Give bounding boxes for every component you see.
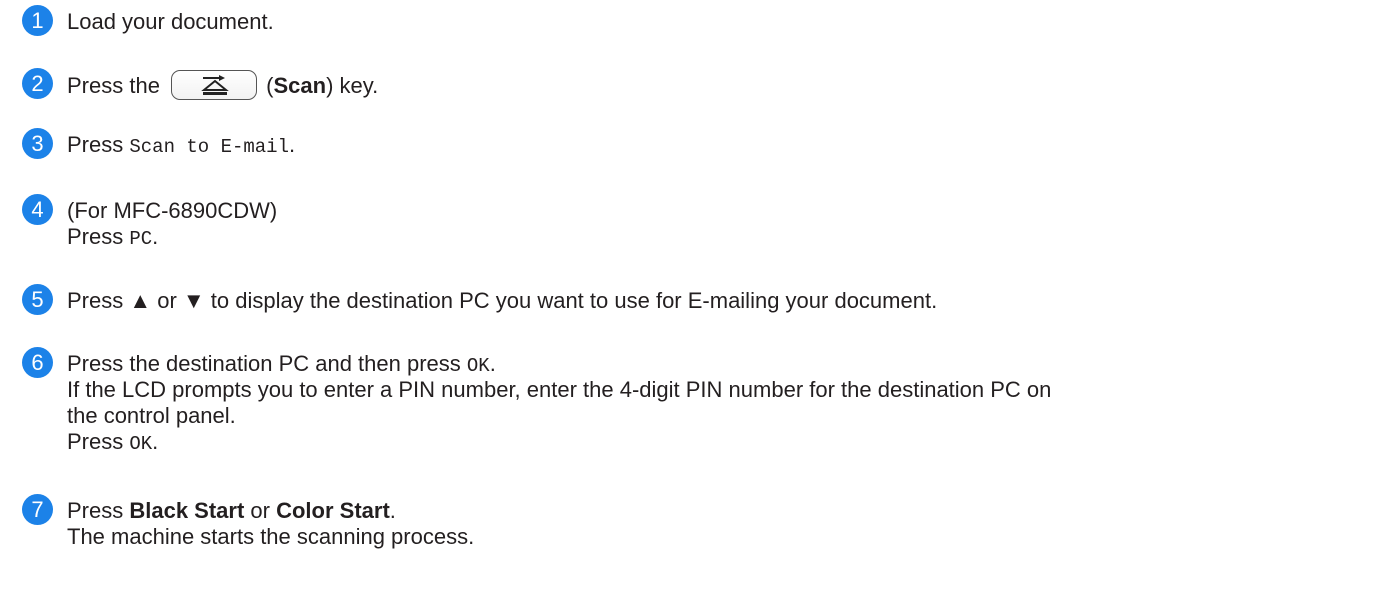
lcd-option-code: OK	[466, 355, 490, 377]
scan-key-icon	[201, 75, 229, 95]
step-text-line-4: Press OK.	[67, 429, 158, 457]
step-text-prefix: Press the	[67, 72, 167, 98]
step-text-suffix: .	[152, 429, 159, 454]
step-text-line-2: Press PC.	[67, 224, 158, 252]
step-text-suffix: ) key.	[326, 72, 379, 98]
step-text: Press Scan to E-mail.	[67, 132, 295, 160]
step-number-badge: 2	[22, 68, 53, 99]
step-number-badge: 3	[22, 128, 53, 159]
step-text: Press the (Scan) key.	[67, 70, 379, 102]
step-text-line-1: Press Black Start or Color Start.	[67, 498, 396, 524]
step-number-badge: 5	[22, 284, 53, 315]
step-text-suffix: .	[489, 351, 496, 376]
paren-open: (	[260, 72, 274, 98]
step-text: Load your document.	[67, 9, 274, 34]
scan-key-button	[171, 70, 258, 100]
step-text-suffix: .	[389, 498, 396, 523]
lcd-option-code: Scan to E-mail	[129, 136, 289, 158]
color-start-key-label: Color Start	[276, 498, 390, 523]
lcd-option-code: PC	[129, 228, 153, 250]
step-text-line-1: Press the destination PC and then press …	[67, 351, 496, 379]
step-text-prefix: Press	[67, 224, 130, 249]
step-text-line-2: The machine starts the scanning process.	[67, 524, 475, 549]
step-text-suffix: .	[152, 224, 159, 249]
step-number-badge: 6	[22, 347, 53, 378]
step-text-prefix: Press	[67, 498, 130, 523]
black-start-key-label: Black Start	[129, 498, 245, 523]
step-text-suffix: .	[289, 132, 296, 157]
scan-key-label: Scan	[273, 72, 327, 98]
step-text-mid: or	[244, 498, 277, 523]
step-text-line-2: If the LCD prompts you to enter a PIN nu…	[67, 377, 1052, 402]
step-text-line-1: (For MFC-6890CDW)	[67, 198, 278, 223]
step-number-badge: 7	[22, 494, 53, 525]
step-text-prefix: Press	[67, 132, 130, 157]
step-text-line-3: the control panel.	[67, 403, 236, 428]
step-text-prefix: Press	[67, 429, 130, 454]
step-number-badge: 1	[22, 5, 53, 36]
step-text: Press ▲ or ▼ to display the destination …	[67, 288, 938, 313]
lcd-option-code: OK	[129, 433, 153, 455]
step-number-badge: 4	[22, 194, 53, 225]
step-text-prefix: Press the destination PC and then press	[67, 351, 467, 376]
